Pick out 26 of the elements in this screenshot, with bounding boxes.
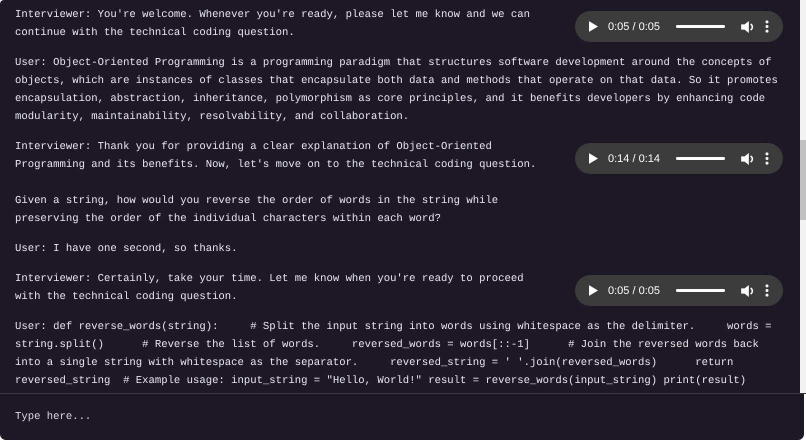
volume-icon[interactable] <box>741 152 755 164</box>
message-text: User: def reverse_words(string): # Split the input string into words using whitespace as the delimiter. words = string.split() # Reverse the list of words. reversed_words = words[::-1] # Join the reversed words back into a single string with whitespace as the separator. reversed_string = ' '.join(reversed_words) return reversed_string # Example usage: input_string = "Hello, World!" result = reverse_words(input_string) print(result) <box>15 320 773 389</box>
message-text: User: I have one second, so thanks. <box>15 242 239 257</box>
message-text: Interviewer: Certainly, take your time. Let me know when you're ready to proceed with the technical coding question. <box>15 272 525 305</box>
time-display: 0:05 / 0:05 <box>608 284 660 296</box>
progress-slider[interactable] <box>676 25 725 28</box>
play-icon[interactable] <box>589 285 598 296</box>
play-icon[interactable] <box>589 153 598 164</box>
audio-player[interactable]: 0:05 / 0:05 <box>575 11 783 42</box>
volume-icon[interactable] <box>741 20 755 32</box>
more-icon[interactable] <box>765 152 769 165</box>
more-icon[interactable] <box>765 284 769 297</box>
audio-player[interactable]: 0:05 / 0:05 <box>575 275 783 306</box>
time-display: 0:05 / 0:05 <box>608 20 660 32</box>
message-field[interactable]: Type here... <box>0 394 804 440</box>
audio-player[interactable]: 0:14 / 0:14 <box>575 143 783 174</box>
message-text: Interviewer: Thank you for providing a clear explanation of Object-Oriented Programming and its benefits. Now, let's move on to the technical coding question. Given a string, how would you reverse the order of words in the string while preserving the order of the individual characters within each word? <box>15 140 538 227</box>
play-icon[interactable] <box>589 21 598 32</box>
scrollbar[interactable] <box>800 0 806 393</box>
more-icon[interactable] <box>765 20 769 33</box>
message-text: User: Object-Oriented Programming is a programming paradigm that structures software development around the concepts of objects, which are instances of classes that encapsulate both data and methods that operate on that data. So it promotes encapsulation, abstraction, inheritance, polymorphism as core principles, and it benefits developers by enhancing code modularity, maintainability, resolvability, and collaboration. <box>15 56 779 125</box>
message-text: Interviewer: You're welcome. Whenever you're ready, please let me know and we can continue with the technical coding question. <box>15 8 531 41</box>
time-display: 0:14 / 0:14 <box>608 152 660 164</box>
volume-icon[interactable] <box>741 284 755 296</box>
progress-slider[interactable] <box>676 289 725 292</box>
progress-slider[interactable] <box>676 157 725 160</box>
